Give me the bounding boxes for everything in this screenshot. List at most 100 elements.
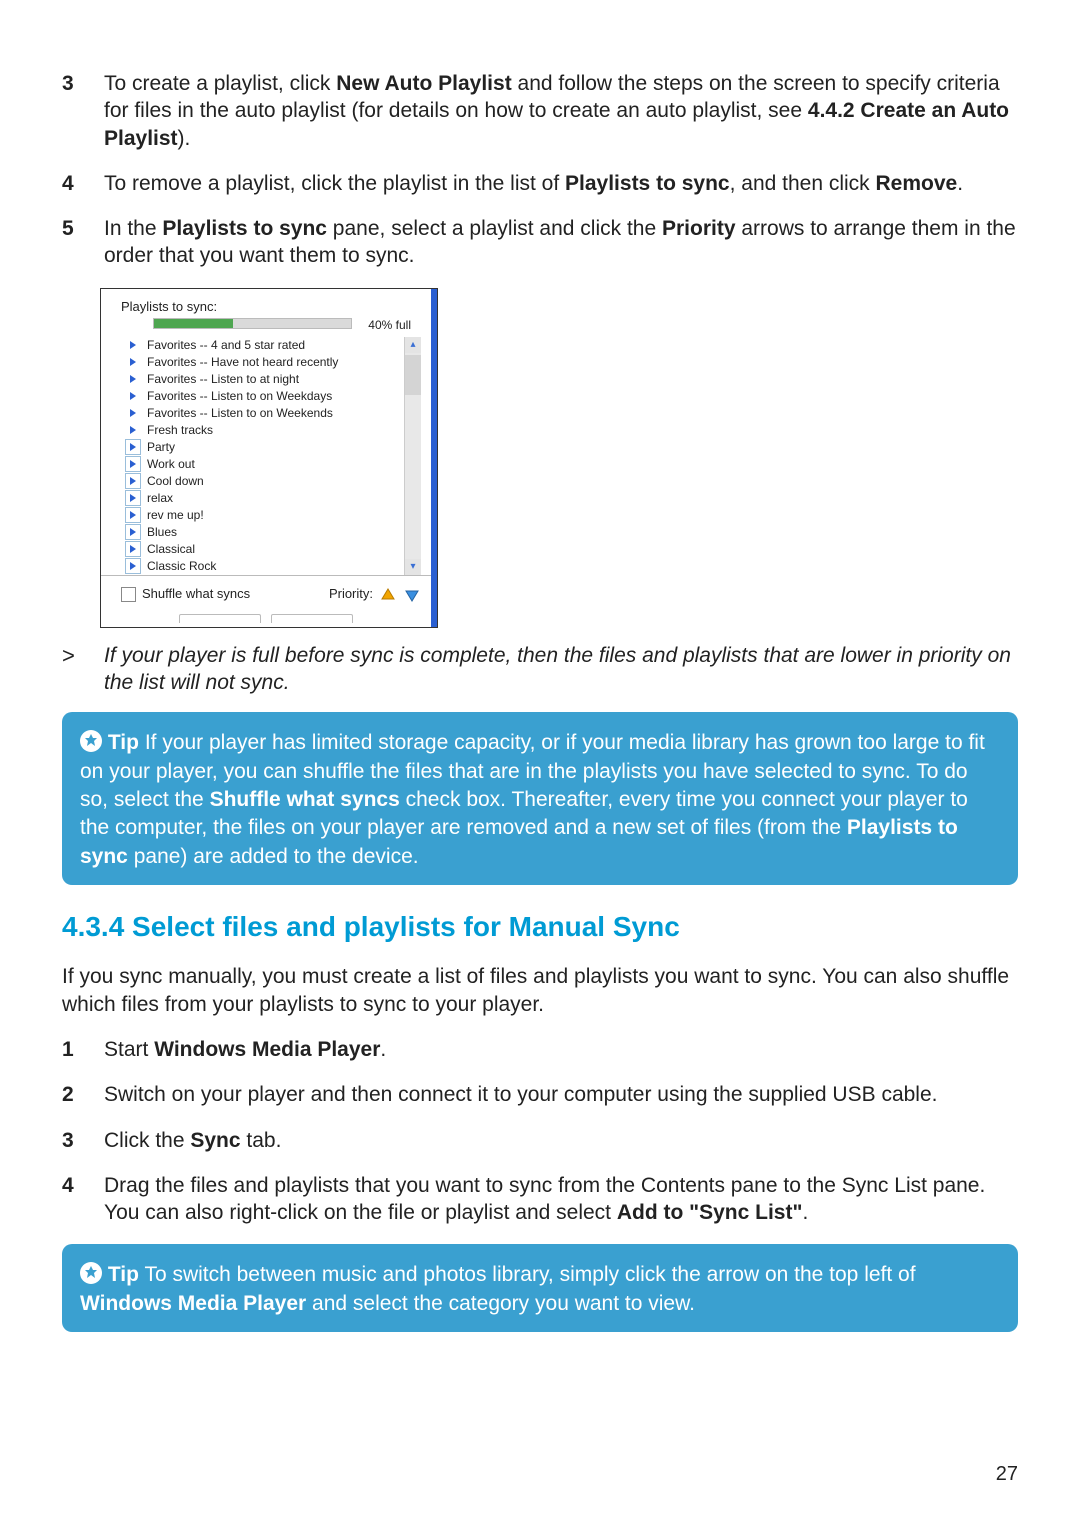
priority-up-icon[interactable] <box>379 586 397 604</box>
fig-playlist-label: Blues <box>147 524 177 541</box>
tip-body: If your player has limited storage capac… <box>80 731 985 867</box>
list-number: 2 <box>62 1081 86 1108</box>
text: To switch between music and photos libra… <box>144 1263 915 1286</box>
section-heading: 4.3.4 Select files and playlists for Man… <box>62 909 1018 945</box>
bold-text: Windows Media Player <box>154 1038 380 1061</box>
fig-playlist-row[interactable]: Favorites -- 4 and 5 star rated <box>125 337 404 354</box>
text: In the <box>104 217 162 240</box>
fig-playlist-row[interactable]: Favorites -- Listen to on Weekends <box>125 405 404 422</box>
list-body: Drag the files and playlists that you wa… <box>104 1172 1018 1227</box>
list-body: Click the Sync tab. <box>104 1127 1018 1154</box>
fig-shuffle-label: Shuffle what syncs <box>142 586 250 603</box>
bold-text: Playlists to sync <box>565 172 730 195</box>
text: To remove a playlist, click the playlist… <box>104 172 565 195</box>
play-icon <box>125 558 141 574</box>
fig-playlist-row[interactable]: Fresh tracks <box>125 422 404 439</box>
bold-text: Sync <box>190 1129 240 1152</box>
text: Click the <box>104 1129 190 1152</box>
tip-box-1: Tip If your player has limited storage c… <box>62 712 1018 885</box>
play-icon <box>125 337 141 353</box>
fig-partial-button-2[interactable] <box>271 614 353 623</box>
fig-shuffle-checkbox[interactable]: Shuffle what syncs <box>121 586 250 603</box>
text: Drag the files and playlists that you wa… <box>104 1174 985 1224</box>
list-number: 4 <box>62 1172 86 1227</box>
fig-bottom-buttons <box>101 614 431 627</box>
bold-text: Remove <box>876 172 958 195</box>
checkbox-icon[interactable] <box>121 587 136 602</box>
fig-playlist-row[interactable]: Cool down <box>125 473 404 490</box>
list-item: 5In the Playlists to sync pane, select a… <box>62 215 1018 270</box>
ordered-list-1: 3To create a playlist, click New Auto Pl… <box>62 70 1018 270</box>
sync-playlists-screenshot: Playlists to sync: 40% full Favorites --… <box>100 288 438 628</box>
fig-playlist-label: Classical <box>147 541 195 558</box>
fig-playlist-row[interactable]: relax <box>125 490 404 507</box>
list-item: 3Click the Sync tab. <box>62 1127 1018 1154</box>
fig-playlist-row[interactable]: Work out <box>125 456 404 473</box>
fig-playlist-label: Party <box>147 439 175 456</box>
fig-title: Playlists to sync: <box>101 299 431 318</box>
fig-playlist-row[interactable]: Favorites -- Have not heard recently <box>125 354 404 371</box>
bold-text: Add to "Sync List" <box>617 1201 803 1224</box>
fig-playlist-row[interactable]: Blues <box>125 524 404 541</box>
list-body: Switch on your player and then connect i… <box>104 1081 1018 1108</box>
text: tab. <box>241 1129 282 1152</box>
fig-playlist-label: Favorites -- Listen to at night <box>147 371 299 388</box>
fig-playlist-row[interactable]: Classical <box>125 541 404 558</box>
text: ). <box>178 127 191 150</box>
fig-playlist-row[interactable]: Favorites -- Listen to at night <box>125 371 404 388</box>
scroll-thumb[interactable] <box>405 355 421 395</box>
fig-scrollbar[interactable]: ▴ ▾ <box>404 337 421 575</box>
bold-text: Shuffle what syncs <box>210 788 400 811</box>
fig-playlist-label: rev me up! <box>147 507 204 524</box>
fig-playlist-label: Work out <box>147 456 195 473</box>
scroll-down-icon[interactable]: ▾ <box>405 559 421 575</box>
scroll-up-icon[interactable]: ▴ <box>405 337 421 353</box>
play-icon <box>125 405 141 421</box>
fig-priority: Priority: <box>329 586 421 604</box>
fig-playlist-row[interactable]: Classic Rock <box>125 558 404 575</box>
fig-playlist-label: Fresh tracks <box>147 422 213 439</box>
text: Start <box>104 1038 154 1061</box>
play-icon <box>125 422 141 438</box>
note-body: If your player is full before sync is co… <box>104 642 1018 697</box>
page: 3To create a playlist, click New Auto Pl… <box>0 0 1080 1527</box>
tip-label: Tip <box>108 1263 139 1286</box>
text: , and then click <box>730 172 876 195</box>
list-item: 1Start Windows Media Player. <box>62 1036 1018 1063</box>
play-icon <box>125 456 141 472</box>
fig-partial-button-1[interactable] <box>179 614 261 623</box>
text: Switch on your player and then connect i… <box>104 1083 937 1106</box>
fig-progressbar <box>153 318 352 329</box>
fig-playlist-label: Favorites -- Have not heard recently <box>147 354 338 371</box>
list-item: 4 Drag the files and playlists that you w… <box>62 1172 1018 1227</box>
play-icon <box>125 354 141 370</box>
priority-note: > If your player is full before sync is … <box>62 642 1018 697</box>
tip-box-2: Tip To switch between music and photos l… <box>62 1244 1018 1332</box>
text: pane) are added to the device. <box>128 845 419 868</box>
list-item: 3To create a playlist, click New Auto Pl… <box>62 70 1018 152</box>
list-number: 4 <box>62 170 86 197</box>
play-icon <box>125 541 141 557</box>
play-icon <box>125 439 141 455</box>
fig-playlist-row[interactable]: Party <box>125 439 404 456</box>
list-item: 2 Switch on your player and then connect … <box>62 1081 1018 1108</box>
text: and select the category you want to view… <box>306 1292 695 1315</box>
list-number: 5 <box>62 215 86 270</box>
priority-down-icon[interactable] <box>403 586 421 604</box>
tip-icon <box>80 730 102 752</box>
fig-playlist-row[interactable]: rev me up! <box>125 507 404 524</box>
text: . <box>380 1038 386 1061</box>
text: . <box>957 172 963 195</box>
fig-playlist-label: Classic Rock <box>147 558 216 575</box>
fig-playlist-label: relax <box>147 490 173 507</box>
fig-percent: 40% full <box>368 318 421 334</box>
list-body: Start Windows Media Player. <box>104 1036 1018 1063</box>
play-icon <box>125 507 141 523</box>
ordered-list-2: 1Start Windows Media Player. 2 Switch on y… <box>62 1036 1018 1226</box>
list-body: To create a playlist, click New Auto Pla… <box>104 70 1018 152</box>
list-number: 3 <box>62 70 86 152</box>
fig-playlist-label: Favorites -- Listen to on Weekends <box>147 405 333 422</box>
fig-playlist-row[interactable]: Favorites -- Listen to on Weekdays <box>125 388 404 405</box>
bold-text: Playlists to sync <box>162 217 327 240</box>
tip-icon <box>80 1262 102 1284</box>
